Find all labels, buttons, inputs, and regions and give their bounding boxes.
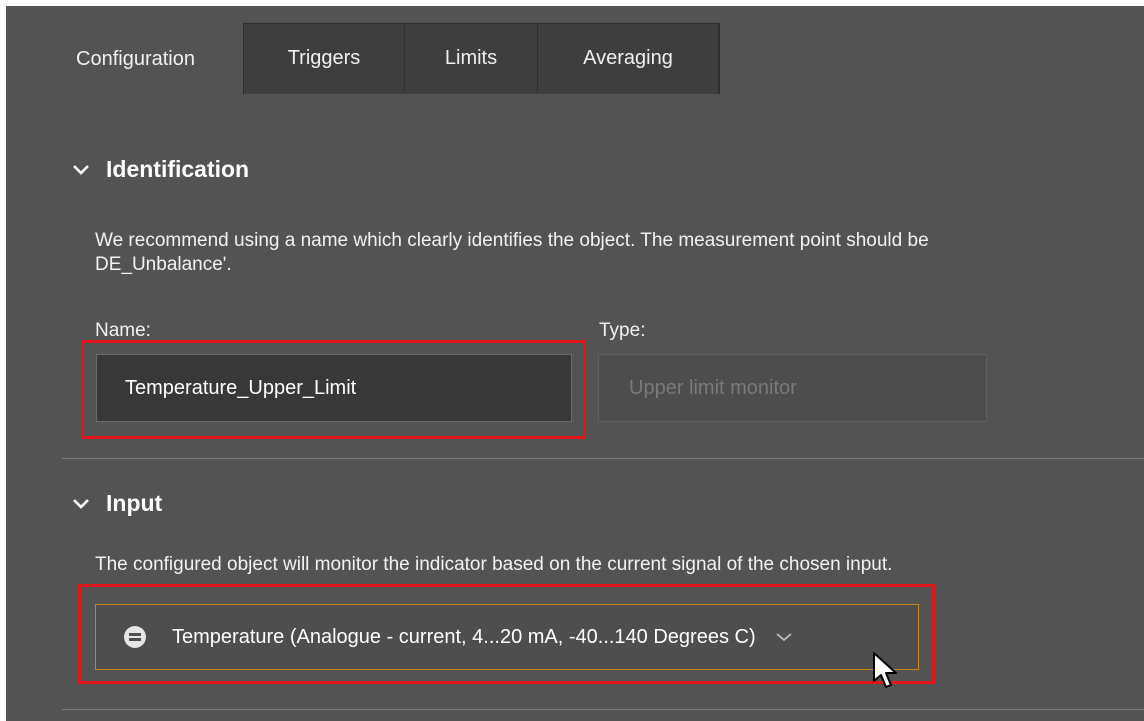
- configuration-window: Configuration Triggers Limits Averaging …: [6, 6, 1144, 721]
- section-divider: [62, 458, 1144, 459]
- name-label: Name:: [95, 320, 151, 341]
- identification-description-line2: DE_Unbalance'.: [95, 254, 232, 275]
- tab-averaging[interactable]: Averaging: [538, 23, 719, 93]
- input-description: The configured object will monitor the i…: [95, 554, 893, 575]
- tab-triggers[interactable]: Triggers: [244, 23, 405, 93]
- identification-description-line1: We recommend using a name which clearly …: [95, 230, 929, 251]
- name-highlight-box: [81, 340, 586, 439]
- type-label: Type:: [599, 320, 646, 341]
- identification-section-toggle[interactable]: Identification: [72, 156, 249, 183]
- input-section-toggle[interactable]: Input: [72, 490, 162, 517]
- type-field: Upper limit monitor: [598, 354, 987, 422]
- mouse-pointer-icon: [873, 652, 897, 688]
- identification-heading: Identification: [106, 156, 250, 182]
- identification-description: We recommend using a name which clearly …: [95, 229, 1144, 277]
- tab-configuration[interactable]: Configuration: [28, 23, 244, 95]
- chevron-down-icon: [73, 498, 89, 509]
- chevron-down-icon: [73, 164, 89, 175]
- input-heading: Input: [106, 490, 163, 516]
- tab-limits[interactable]: Limits: [405, 23, 538, 93]
- input-highlight-box: [78, 584, 935, 684]
- section-divider-bottom: [62, 709, 1144, 710]
